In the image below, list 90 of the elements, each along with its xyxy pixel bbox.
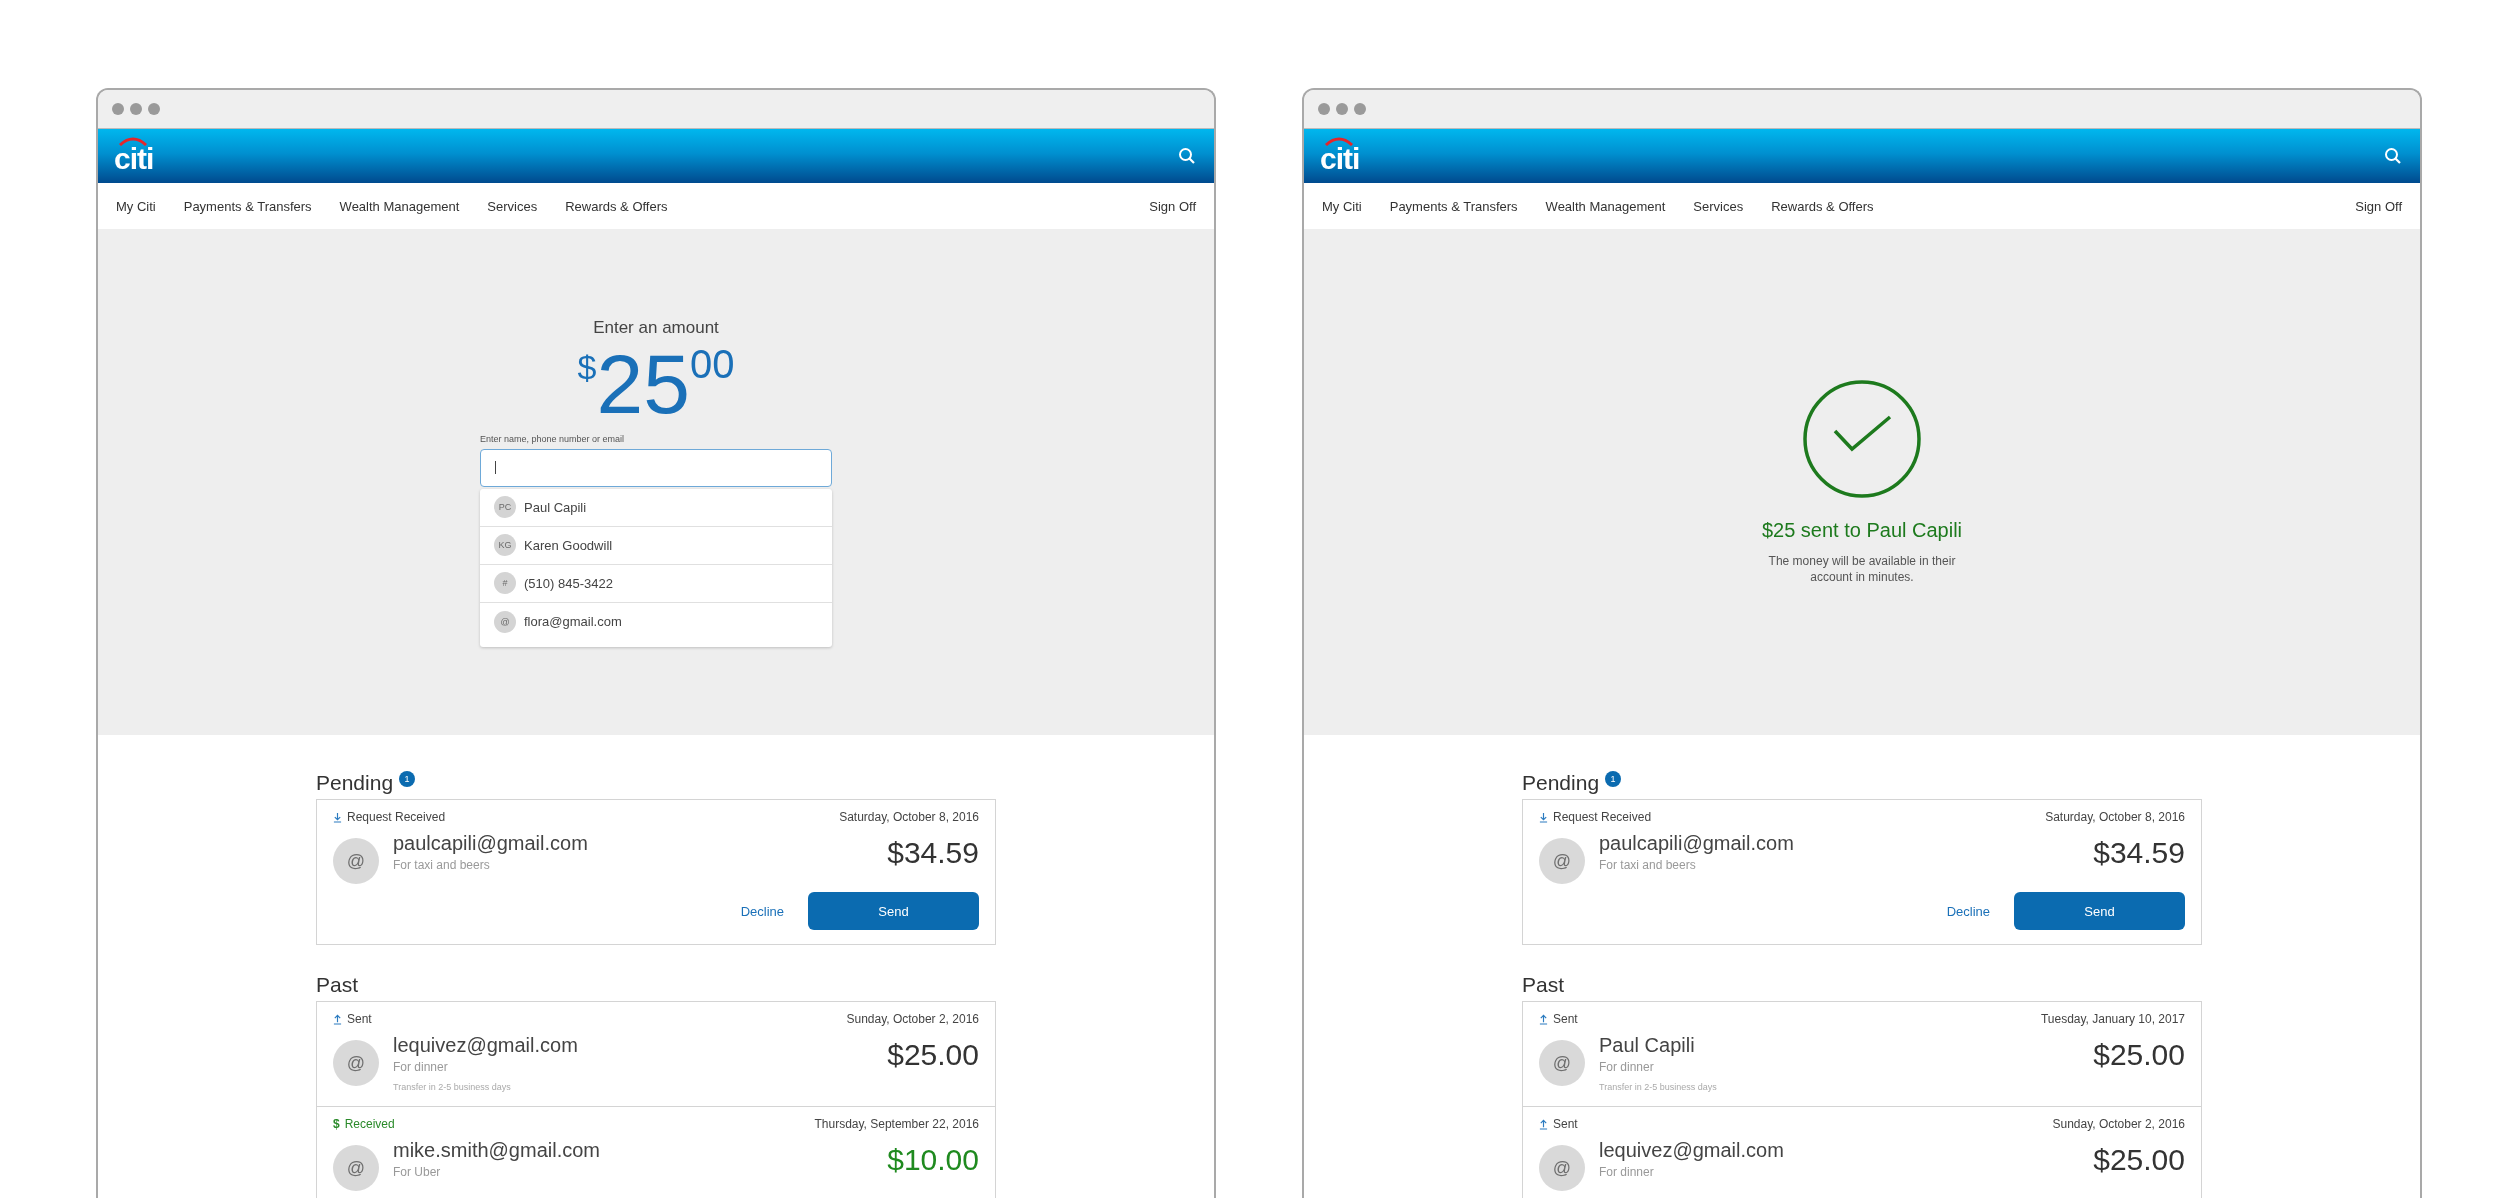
section-title: Past <box>1522 973 1565 997</box>
nav-link[interactable]: Payments & Transfers <box>1389 198 1518 214</box>
nav-link[interactable]: Wealth Management <box>339 198 460 214</box>
section-title: Past <box>316 973 359 997</box>
nav-link[interactable]: My Citi <box>1322 198 1362 214</box>
transaction-type: Sent <box>333 1012 372 1026</box>
transaction-date: Saturday, October 8, 2016 <box>2045 810 2185 824</box>
check-circle-icon <box>1802 378 1922 499</box>
suggestion-item[interactable]: # (510) 845-3422 <box>480 564 832 603</box>
transaction-date: Tuesday, January 10, 2017 <box>2040 1012 2185 1026</box>
transfer-note: Transfer in 2-5 business days <box>1599 1082 1718 1092</box>
transaction-memo: For taxi and beers <box>393 858 491 872</box>
window-dot-icon[interactable] <box>1336 103 1348 115</box>
avatar: KG <box>494 534 516 556</box>
section-title: Pending <box>316 771 394 795</box>
contact-name: paulcapili@gmail.com <box>393 832 589 855</box>
search-icon[interactable] <box>2384 147 2402 165</box>
avatar: @ <box>333 1145 379 1191</box>
send-button[interactable]: Send <box>808 892 979 930</box>
window-dot-icon[interactable] <box>1354 103 1366 115</box>
transaction-amount: $10.00 <box>887 1143 979 1177</box>
transaction-memo: For dinner <box>393 1060 449 1074</box>
transaction-type: Request Received <box>1539 810 1652 824</box>
nav-link[interactable]: Rewards & Offers <box>565 198 668 214</box>
upload-arrow-icon <box>1539 1118 1548 1130</box>
transaction-amount: $25.00 <box>887 1038 979 1072</box>
search-icon[interactable] <box>1178 147 1196 165</box>
decline-link[interactable]: Decline <box>1946 903 1990 919</box>
contact-name: lequivez@gmail.com <box>1599 1139 1785 1162</box>
confirmation-note: The money will be available in their account in minutes. <box>1767 553 1957 586</box>
section-title: Pending <box>1522 771 1600 795</box>
sign-off-link[interactable]: Sign Off <box>1149 198 1196 214</box>
logo[interactable]: citi <box>1320 138 1360 174</box>
upload-arrow-icon <box>333 1013 342 1025</box>
decline-link[interactable]: Decline <box>740 903 784 919</box>
upload-arrow-icon <box>1539 1013 1548 1025</box>
download-arrow-icon <box>333 811 342 823</box>
nav-link[interactable]: Wealth Management <box>1545 198 1666 214</box>
suggestion-item[interactable]: KG Karen Goodwill <box>480 526 832 565</box>
avatar: PC <box>494 496 516 518</box>
transaction-type: Sent <box>1539 1117 1578 1131</box>
count-badge: 1 <box>399 771 416 787</box>
transaction-type: Sent <box>1539 1012 1578 1026</box>
window-dot-icon[interactable] <box>148 103 160 115</box>
avatar: @ <box>1539 838 1585 884</box>
download-arrow-icon <box>1539 811 1548 823</box>
avatar: @ <box>494 610 516 633</box>
nav-link[interactable]: Services <box>487 198 538 214</box>
count-badge: 1 <box>1605 771 1622 787</box>
nav-link[interactable]: Payments & Transfers <box>183 198 312 214</box>
avatar: @ <box>1539 1145 1585 1191</box>
transfer-note: Transfer in 2-5 business days <box>393 1082 512 1092</box>
nav-link[interactable]: Services <box>1693 198 1744 214</box>
transaction-memo: For Uber <box>393 1165 442 1179</box>
transaction-type: $ Received <box>333 1117 395 1131</box>
avatar: @ <box>1539 1040 1585 1086</box>
transaction-date: Sunday, October 2, 2016 <box>2052 1117 2185 1131</box>
contact-name: mike.smith@gmail.com <box>393 1139 601 1162</box>
nav-link[interactable]: My Citi <box>116 198 156 214</box>
transaction-memo: For taxi and beers <box>1599 858 1697 872</box>
window-dot-icon[interactable] <box>130 103 142 115</box>
contact-name: Paul Capili <box>1599 1034 1696 1057</box>
field-label: Enter name, phone number or email <box>480 433 626 444</box>
suggestion-item[interactable]: PC Paul Capili <box>480 488 832 527</box>
send-button[interactable]: Send <box>2014 892 2185 930</box>
transaction-amount: $34.59 <box>2093 836 2185 870</box>
suggestion-item[interactable]: @ flora@gmail.com <box>480 602 832 647</box>
contact-name: paulcapili@gmail.com <box>1599 832 1795 855</box>
transaction-date: Thursday, September 22, 2016 <box>814 1117 979 1131</box>
transaction-amount: $25.00 <box>2093 1143 2185 1177</box>
sign-off-link[interactable]: Sign Off <box>2355 198 2402 214</box>
avatar: @ <box>333 838 379 884</box>
transaction-date: Sunday, October 2, 2016 <box>846 1012 979 1026</box>
avatar: @ <box>333 1040 379 1086</box>
nav-link[interactable]: Rewards & Offers <box>1771 198 1874 214</box>
recipient-input-field[interactable] <box>480 448 832 487</box>
transaction-amount: $34.59 <box>887 836 979 870</box>
window-dot-icon[interactable] <box>1318 103 1330 115</box>
transaction-type: Request Received <box>333 810 446 824</box>
contact-name: lequivez@gmail.com <box>393 1034 579 1057</box>
text-cursor <box>495 461 496 474</box>
transaction-date: Saturday, October 8, 2016 <box>839 810 979 824</box>
transaction-memo: For dinner <box>1599 1165 1655 1179</box>
confirmation-message: $25 sent to Paul Capili <box>1761 518 1963 542</box>
avatar: # <box>494 572 516 594</box>
transaction-amount: $25.00 <box>2093 1038 2185 1072</box>
amount-prompt: Enter an amount <box>593 317 719 338</box>
window-dot-icon[interactable] <box>112 103 124 115</box>
transaction-memo: For dinner <box>1599 1060 1655 1074</box>
logo[interactable]: citi <box>114 138 154 174</box>
